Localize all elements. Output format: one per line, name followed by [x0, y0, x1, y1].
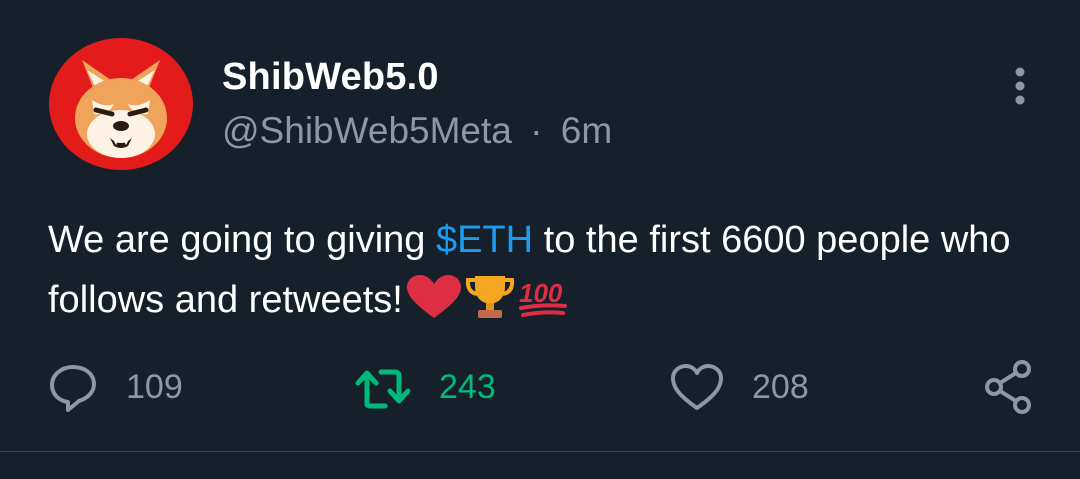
reply-button[interactable]: 109 — [48, 352, 183, 422]
tweet-card[interactable]: ShibWeb5.0 @ShibWeb5Meta · 6m We are goi… — [0, 0, 1080, 479]
like-count: 208 — [752, 367, 809, 406]
trophy-icon — [465, 270, 515, 338]
like-button[interactable]: 208 — [670, 352, 809, 422]
retweet-count: 243 — [439, 367, 496, 406]
avatar[interactable] — [48, 38, 194, 170]
cashtag-link[interactable]: $ETH — [436, 219, 533, 261]
author-handle[interactable]: @ShibWeb5Meta — [222, 110, 512, 151]
tweet-text: We are going to giving $ETH to the first… — [48, 210, 1048, 338]
retweet-button[interactable]: 243 — [355, 352, 496, 422]
retweet-icon — [355, 369, 411, 409]
heart-icon — [405, 274, 463, 338]
share-button[interactable] — [982, 352, 1034, 422]
author-display-name[interactable]: ShibWeb5.0 — [222, 56, 439, 99]
more-options-button[interactable] — [1000, 62, 1040, 110]
more-vertical-icon — [1015, 67, 1025, 105]
heart-outline-icon — [671, 364, 723, 410]
share-icon — [985, 360, 1031, 414]
reply-count: 109 — [126, 367, 183, 406]
tweet-action-bar: 109 243 208 — [0, 352, 1080, 422]
hundred-points-icon: 100 — [517, 274, 569, 338]
tweet-timestamp[interactable]: 6m — [561, 110, 612, 151]
tweet-text-before: We are going to giving — [48, 219, 436, 261]
meta-separator: · — [530, 110, 543, 151]
author-meta: @ShibWeb5Meta · 6m — [222, 110, 612, 152]
reply-icon — [50, 365, 96, 412]
shiba-inu-avatar-icon — [49, 38, 193, 170]
bottom-divider — [0, 451, 1080, 452]
